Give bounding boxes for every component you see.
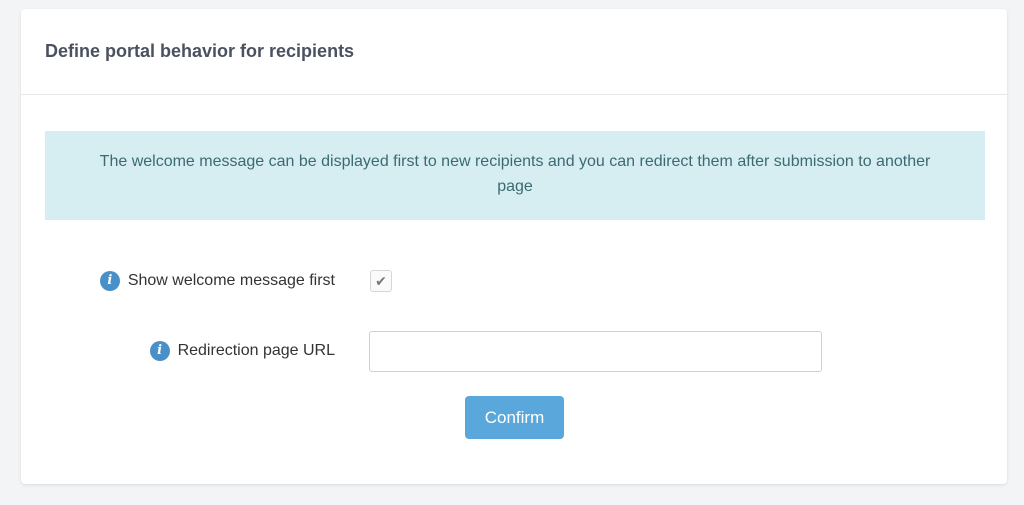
- portal-behavior-panel: Define portal behavior for recipients Th…: [21, 9, 1007, 484]
- info-alert: The welcome message can be displayed fir…: [45, 131, 985, 220]
- welcome-checkbox[interactable]: ✔: [370, 270, 392, 292]
- welcome-label: i Show welcome message first: [99, 261, 335, 301]
- redirect-label-text: Redirection page URL: [177, 342, 335, 359]
- welcome-row: i Show welcome message first ✔: [21, 261, 1007, 301]
- redirect-label: i Redirection page URL: [149, 331, 335, 371]
- panel-header: Define portal behavior for recipients: [21, 9, 1007, 95]
- redirect-row: i Redirection page URL: [21, 331, 1007, 372]
- welcome-label-text: Show welcome message first: [127, 272, 335, 289]
- info-icon[interactable]: i: [99, 271, 120, 291]
- panel-title: Define portal behavior for recipients: [45, 41, 355, 61]
- confirm-button[interactable]: Confirm: [465, 396, 564, 439]
- checkmark-icon: ✔: [375, 272, 387, 289]
- redirect-url-input[interactable]: [369, 331, 822, 372]
- info-icon[interactable]: i: [149, 341, 170, 361]
